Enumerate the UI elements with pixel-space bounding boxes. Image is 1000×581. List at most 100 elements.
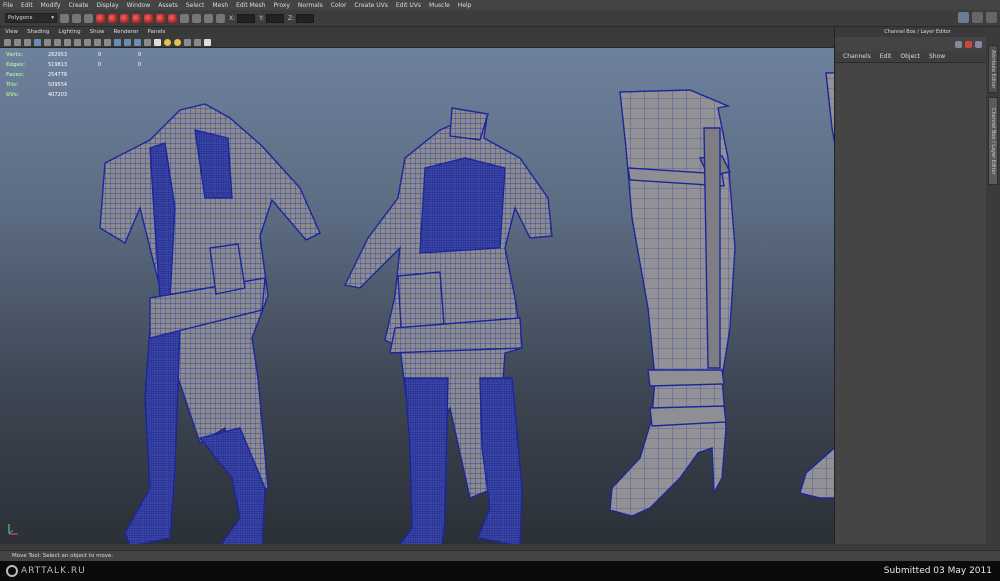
hud-row: UVs: 407203 <box>6 90 178 100</box>
high-quality-icon[interactable] <box>204 38 211 46</box>
panel-menu-panels[interactable]: Panels <box>148 29 166 35</box>
channel-box-menu-object[interactable]: Object <box>900 53 920 60</box>
hud-label: Faces: <box>6 72 24 78</box>
ipr-render-icon[interactable] <box>204 13 213 23</box>
y-field[interactable] <box>266 13 285 23</box>
menu-select[interactable]: Select <box>186 2 205 9</box>
menu-edit-uvs[interactable]: Edit UVs <box>396 2 421 9</box>
gate-mask-icon[interactable] <box>74 38 81 46</box>
menu-edit[interactable]: Edit <box>21 2 33 9</box>
channel-box-icons <box>835 37 1000 51</box>
render-icon[interactable] <box>192 13 201 23</box>
help-line: Move Tool: Select an object to move. <box>0 550 1000 561</box>
attribute-editor-tab[interactable]: Attribute Editor <box>988 45 998 93</box>
channel-box-menu-show[interactable]: Show <box>929 53 945 60</box>
view-axis-icon <box>8 524 18 535</box>
channel-box-content <box>835 69 987 544</box>
menu-muscle[interactable]: Muscle <box>429 2 450 9</box>
hud-a: 0 <box>98 62 102 68</box>
status-toolbar: Polygons ▾ X: Y: Z: <box>0 10 1000 27</box>
select-hierarchy-icon[interactable] <box>96 13 105 23</box>
smooth-shade-icon[interactable] <box>124 38 131 46</box>
hud-row: Verts: 262953 0 0 <box>6 50 178 60</box>
hud-label: Tris: <box>6 82 19 88</box>
menu-create-uvs[interactable]: Create UVs <box>354 2 387 9</box>
panel-menu-lighting[interactable]: Lighting <box>58 29 80 35</box>
hud-b: 0 <box>138 52 142 58</box>
x-field[interactable] <box>237 13 256 23</box>
shadows-icon[interactable] <box>174 38 181 46</box>
menu-display[interactable]: Display <box>97 2 119 9</box>
wireframe-on-shaded-icon[interactable] <box>134 38 141 46</box>
show-tool-settings-icon[interactable] <box>986 12 997 23</box>
channel-box-toggle-icon[interactable] <box>955 40 962 48</box>
logo-mark-icon <box>6 565 18 577</box>
channel-box-settings-icon[interactable] <box>975 40 982 48</box>
safe-action-icon[interactable] <box>94 38 101 46</box>
save-scene-icon[interactable] <box>84 13 93 23</box>
submitted-date: Submitted 03 May 2011 <box>883 566 992 576</box>
menu-color[interactable]: Color <box>331 2 347 9</box>
menu-assets[interactable]: Assets <box>158 2 178 9</box>
snap-grid-icon[interactable] <box>132 13 141 23</box>
grid-icon[interactable] <box>44 38 51 46</box>
select-component-icon[interactable] <box>120 13 129 23</box>
menu-set-select[interactable]: Polygons ▾ <box>5 13 57 23</box>
xray-icon[interactable] <box>144 38 151 46</box>
film-gate-icon[interactable] <box>54 38 61 46</box>
show-attribute-editor-icon[interactable] <box>972 12 983 23</box>
snap-point-icon[interactable] <box>156 13 165 23</box>
hud-a: 0 <box>98 52 102 58</box>
camera-icon[interactable] <box>4 38 11 46</box>
panel-menu-view[interactable]: View <box>5 29 18 35</box>
wireframe-icon[interactable] <box>114 38 121 46</box>
z-field[interactable] <box>296 13 315 23</box>
site-logo: ARTTALK.RU <box>6 565 86 577</box>
safe-title-icon[interactable] <box>104 38 111 46</box>
snap-curve-icon[interactable] <box>144 13 153 23</box>
figure-front <box>99 103 321 544</box>
menu-mesh[interactable]: Mesh <box>212 2 228 9</box>
main-menubar: File Edit Modify Create Display Window Assets S… <box>0 0 1000 10</box>
show-channel-box-icon[interactable] <box>958 12 969 23</box>
field-chart-icon[interactable] <box>84 38 91 46</box>
isolate-select-icon[interactable] <box>184 38 191 46</box>
y-field-label: Y: <box>259 14 265 22</box>
panel-menu-shading[interactable]: Shading <box>27 29 49 35</box>
hud-a <box>98 80 138 90</box>
new-scene-icon[interactable] <box>60 13 69 23</box>
menu-modify[interactable]: Modify <box>41 2 61 9</box>
channel-box-menu-edit[interactable]: Edit <box>880 53 892 60</box>
render-settings-icon[interactable] <box>216 13 225 23</box>
hud-b: 0 <box>138 62 142 68</box>
menu-edit-mesh[interactable]: Edit Mesh <box>236 2 265 9</box>
panel-menubar: View Shading Lighting Show Renderer Panels <box>0 27 834 37</box>
menu-file[interactable]: File <box>3 2 13 9</box>
menu-create[interactable]: Create <box>69 2 89 9</box>
history-icon[interactable] <box>180 13 189 23</box>
menu-help[interactable]: Help <box>458 2 472 9</box>
resolution-gate-icon[interactable] <box>64 38 71 46</box>
select-object-icon[interactable] <box>108 13 117 23</box>
panel-menu-show[interactable]: Show <box>90 29 105 35</box>
snap-plane-icon[interactable] <box>168 13 177 23</box>
open-scene-icon[interactable] <box>72 13 81 23</box>
menu-normals[interactable]: Normals <box>298 2 323 9</box>
menu-proxy[interactable]: Proxy <box>273 2 289 9</box>
xray-joints-icon[interactable] <box>194 38 201 46</box>
panel-menu-renderer[interactable]: Renderer <box>113 29 138 35</box>
hud-value: 519813 <box>48 62 68 68</box>
bookmark-icon[interactable] <box>24 38 31 46</box>
camera-attributes-icon[interactable] <box>14 38 21 46</box>
menu-window[interactable]: Window <box>127 2 151 9</box>
channel-box-menu-channels[interactable]: Channels <box>843 53 871 60</box>
perspective-viewport[interactable]: Verts: 262953 0 0 Edges: 519813 0 0 Faces: 254778… <box>0 48 834 544</box>
hud-label: UVs: <box>6 92 19 98</box>
textured-icon[interactable] <box>154 38 161 46</box>
model-figures <box>99 71 834 544</box>
image-plane-icon[interactable] <box>34 38 41 46</box>
channel-box-tab[interactable]: Channel Box / Layer Editor <box>988 97 998 185</box>
hud-label: Verts: <box>6 52 23 58</box>
channel-box-key-icon[interactable] <box>965 40 972 48</box>
use-all-lights-icon[interactable] <box>164 38 171 46</box>
